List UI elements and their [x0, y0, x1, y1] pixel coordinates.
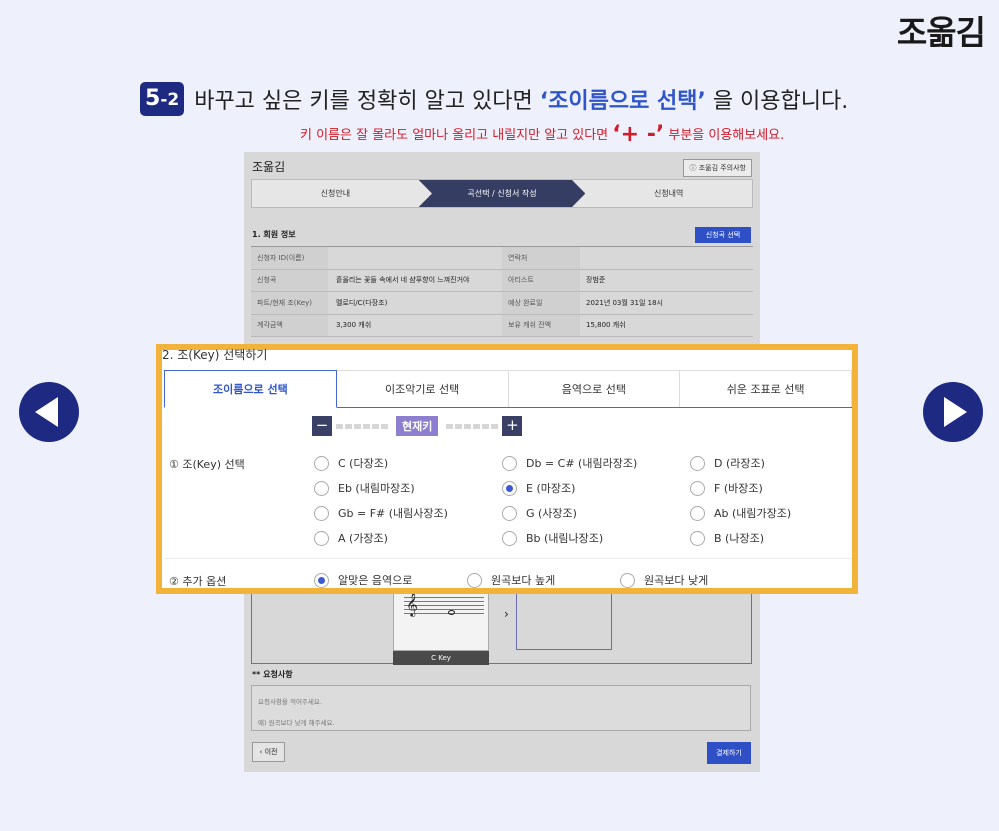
key-option-db[interactable]: Db = C# (내림라장조): [502, 455, 637, 471]
tip-note: 키 이름은 잘 몰라도 얼마나 올리고 내릴지만 알고 있다면 ‘+ -’ 부분…: [300, 122, 785, 147]
tab-vocal-range[interactable]: 음역으로 선택: [508, 370, 681, 407]
bg-step-3: 신청내역: [653, 189, 684, 198]
step-highlight: ‘조이름으로 선택’: [539, 89, 706, 114]
member-info-table: 신청자 ID(이름) 연락처 신청곡 흩올리는 꽃들 속에서 네 샴푸향이 느껴진…: [251, 246, 753, 337]
result-staff-box: [516, 592, 612, 650]
radio-icon: [467, 572, 482, 588]
bg-prev-button[interactable]: ‹ 이전: [252, 742, 285, 762]
staff-image: 𝄞: [393, 592, 489, 651]
bg-section-title: 1. 회원 정보: [252, 230, 296, 239]
key-option-a[interactable]: A (가장조): [314, 530, 388, 546]
extra-option-label: ② 추가 옵션: [169, 575, 227, 588]
bg-notice-button[interactable]: ⓘ 조옮김 주의사항: [683, 159, 752, 177]
table-row: 신청곡 흩올리는 꽃들 속에서 네 샴푸향이 느껴진거야 아티스트 장범준: [251, 269, 753, 292]
request-textarea[interactable]: 요청사항을 적어주세요. 예) 원곡보다 낮게 해주세요.: [251, 685, 751, 731]
tab-easy-signature[interactable]: 쉬운 조표로 선택: [680, 370, 852, 407]
key-option-d[interactable]: D (라장조): [690, 455, 765, 471]
next-slide-button[interactable]: [923, 382, 983, 442]
key-preview-area: 𝄞 C Key ›: [251, 592, 752, 665]
radio-icon: [690, 530, 705, 546]
table-row: 파트/현재 조(Key) 멜로디/C(다장조) 예상 완료일 2021년 03월 3…: [251, 292, 753, 315]
radio-icon: [314, 505, 329, 521]
select-song-button[interactable]: 신청곡 선택: [695, 227, 751, 243]
bg-title: 조옮김: [252, 160, 286, 174]
key-select-tabs: 조이름으로 선택 이조악기로 선택 음역으로 선택 쉬운 조표로 선택: [164, 370, 852, 408]
key-option-eb[interactable]: Eb (내림마장조): [314, 480, 415, 496]
step-text: 바꾸고 싶은 키를 정확히 알고 있다면 ‘조이름으로 선택’ 을 이용합니다.: [194, 89, 849, 114]
prev-slide-button[interactable]: [19, 382, 79, 442]
bg-step-1: 신청안내: [320, 189, 351, 198]
divider: [164, 558, 852, 559]
radio-icon: [690, 480, 705, 496]
radio-icon: [314, 455, 329, 471]
key-down-button[interactable]: −: [312, 416, 332, 436]
pay-button[interactable]: 결제하기: [707, 742, 751, 764]
extra-option-suitable[interactable]: 알맞은 음역으로: [314, 572, 412, 588]
request-label: ** 요청사항: [252, 670, 293, 679]
plus-minus-symbol: ‘+ -’: [612, 122, 665, 147]
radio-checked-icon: [502, 480, 517, 496]
tab-transposing-instrument[interactable]: 이조악기로 선택: [336, 370, 509, 407]
radio-icon: [314, 480, 329, 496]
step-instruction: 5-2 바꾸고 싶은 키를 정확히 알고 있다면 ‘조이름으로 선택’ 을 이용…: [140, 82, 848, 116]
radio-checked-icon: [314, 572, 329, 588]
arrow-left-icon: [35, 397, 58, 427]
key-option-e[interactable]: E (마장조): [502, 480, 575, 496]
key-option-g[interactable]: G (사장조): [502, 505, 577, 521]
treble-clef-icon: 𝄞: [406, 592, 418, 616]
bg-step-2: 곡선택 / 신청서 작성: [418, 180, 586, 207]
extra-option-higher[interactable]: 원곡보다 높게: [467, 572, 555, 588]
table-row: 계각금액 3,300 캐쉬 보유 캐쉬 잔액 15,800 캐쉬: [251, 314, 753, 337]
tab-key-name[interactable]: 조이름으로 선택: [164, 370, 337, 408]
step-badge: 5-2: [140, 82, 185, 116]
panel-heading: 2. 조(Key) 선택하기: [162, 348, 268, 362]
key-select-label: ① 조(Key) 선택: [169, 458, 245, 471]
key-stepper: − 현재키 +: [312, 416, 523, 436]
chevron-right-icon: ›: [504, 607, 509, 621]
key-option-ab[interactable]: Ab (내림가장조): [690, 505, 791, 521]
extra-option-lower[interactable]: 원곡보다 낮게: [620, 572, 708, 588]
table-row: 신청자 ID(이름) 연락처: [251, 247, 753, 270]
radio-icon: [314, 530, 329, 546]
radio-icon: [690, 505, 705, 521]
radio-icon: [502, 455, 517, 471]
current-key-badge: 현재키: [396, 416, 439, 436]
key-option-f[interactable]: F (바장조): [690, 480, 763, 496]
brand-logo: 조옮김: [896, 13, 986, 52]
bg-progress-steps: 신청안내 곡선택 / 신청서 작성 신청내역: [251, 179, 753, 208]
key-option-bb[interactable]: Bb (내림나장조): [502, 530, 603, 546]
radio-icon: [690, 455, 705, 471]
arrow-right-icon: [944, 397, 967, 427]
key-option-gb[interactable]: Gb = F# (내림사장조): [314, 505, 448, 521]
whole-note-icon: [448, 610, 455, 615]
key-option-c[interactable]: C (다장조): [314, 455, 388, 471]
key-option-b[interactable]: B (나장조): [690, 530, 764, 546]
radio-icon: [620, 572, 635, 588]
ckey-label: C Key: [393, 651, 489, 665]
key-up-button[interactable]: +: [502, 416, 523, 436]
key-select-panel: 2. 조(Key) 선택하기 조이름으로 선택 이조악기로 선택 음역으로 선택…: [156, 344, 858, 594]
radio-icon: [502, 505, 517, 521]
radio-icon: [502, 530, 517, 546]
